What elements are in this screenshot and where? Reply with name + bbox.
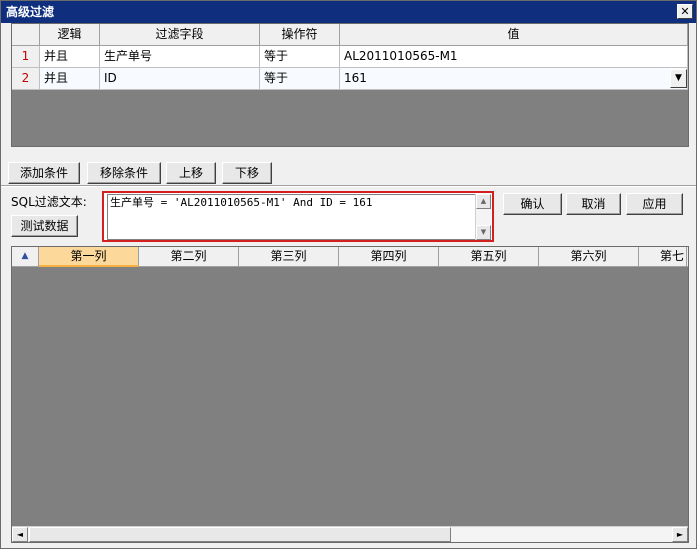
table-row[interactable]: 2 并且 ID 等于 161 ▼ <box>12 68 688 90</box>
column-header-7[interactable]: 第七 <box>639 247 687 267</box>
move-up-button[interactable]: 上移 <box>166 162 216 184</box>
sort-up-icon: ▲ <box>21 251 29 261</box>
advanced-filter-dialog: 高级过滤 ✕ 逻辑 过滤字段 操作符 值 1 并且 生产单号 等于 AL2011… <box>0 0 697 549</box>
column-header-6[interactable]: 第六列 <box>539 247 639 267</box>
apply-button[interactable]: 应用 <box>626 193 683 215</box>
field-cell[interactable]: ID <box>100 68 260 90</box>
sql-text-highlight: 生产单号 = 'AL2011010565-M1' And ID = 161 ▲ … <box>102 191 494 242</box>
scroll-right-icon[interactable]: ► <box>672 527 688 542</box>
header-value[interactable]: 值 <box>340 24 688 46</box>
field-cell[interactable]: 生产单号 <box>100 46 260 68</box>
window-title: 高级过滤 <box>6 5 55 19</box>
row-number: 2 <box>12 68 40 90</box>
header-logic[interactable]: 逻辑 <box>40 24 100 46</box>
scroll-down-icon[interactable]: ▼ <box>476 225 491 240</box>
filter-grid-header: 逻辑 过滤字段 操作符 值 <box>12 24 688 46</box>
add-condition-button[interactable]: 添加条件 <box>8 162 80 184</box>
column-header-1[interactable]: 第一列 <box>39 247 139 267</box>
column-header-3[interactable]: 第三列 <box>239 247 339 267</box>
operator-cell[interactable]: 等于 <box>260 68 340 90</box>
row-number: 1 <box>12 46 40 68</box>
chevron-down-icon: ▼ <box>675 73 682 83</box>
column-header-4[interactable]: 第四列 <box>339 247 439 267</box>
sql-vertical-scrollbar[interactable]: ▲ ▼ <box>475 194 491 240</box>
value-dropdown-button[interactable]: ▼ <box>670 69 687 88</box>
confirm-button[interactable]: 确认 <box>503 193 562 215</box>
value-text: 161 <box>344 71 367 85</box>
cancel-button[interactable]: 取消 <box>566 193 621 215</box>
sql-text-area[interactable]: 生产单号 = 'AL2011010565-M1' And ID = 161 <box>107 194 477 240</box>
header-operator[interactable]: 操作符 <box>260 24 340 46</box>
move-down-button[interactable]: 下移 <box>222 162 272 184</box>
value-cell[interactable]: 161 ▼ <box>340 68 688 90</box>
separator <box>1 185 696 187</box>
title-bar: 高级过滤 ✕ <box>1 1 696 23</box>
result-preview-grid[interactable]: ▲ 第一列 第二列 第三列 第四列 第五列 第六列 第七 ◄ ► <box>11 246 689 543</box>
table-row[interactable]: 1 并且 生产单号 等于 AL2011010565-M1 <box>12 46 688 68</box>
logic-cell[interactable]: 并且 <box>40 68 100 90</box>
sql-text-label: SQL过滤文本: <box>11 195 87 209</box>
test-data-button[interactable]: 测试数据 <box>11 215 78 237</box>
logic-cell[interactable]: 并且 <box>40 46 100 68</box>
select-all-corner[interactable]: ▲ <box>12 247 39 267</box>
remove-condition-button[interactable]: 移除条件 <box>87 162 161 184</box>
row-number-header <box>12 24 40 46</box>
scroll-left-icon[interactable]: ◄ <box>12 527 28 542</box>
filter-conditions-grid[interactable]: 逻辑 过滤字段 操作符 值 1 并且 生产单号 等于 AL2011010565-… <box>11 23 689 147</box>
scroll-thumb[interactable] <box>29 527 451 542</box>
column-header-5[interactable]: 第五列 <box>439 247 539 267</box>
column-header-2[interactable]: 第二列 <box>139 247 239 267</box>
scroll-up-icon[interactable]: ▲ <box>476 194 491 209</box>
close-icon: ✕ <box>680 5 690 18</box>
operator-cell[interactable]: 等于 <box>260 46 340 68</box>
result-grid-header: ▲ 第一列 第二列 第三列 第四列 第五列 第六列 第七 <box>12 247 688 267</box>
value-cell[interactable]: AL2011010565-M1 <box>340 46 688 68</box>
close-button[interactable]: ✕ <box>677 4 693 19</box>
horizontal-scrollbar[interactable]: ◄ ► <box>12 526 688 542</box>
header-field[interactable]: 过滤字段 <box>100 24 260 46</box>
